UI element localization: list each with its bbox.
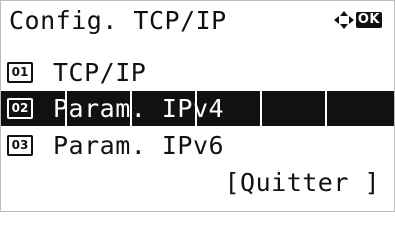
navigation-hint: OK xyxy=(333,11,382,29)
screen-title: Config. TCP/IP xyxy=(9,6,227,35)
item-number-badge: 03 xyxy=(7,135,33,156)
lcd-panel: Config. TCP/IP OK 01 TCP/IP 02 Param. IP… xyxy=(0,0,395,212)
title-bar: Config. TCP/IP OK xyxy=(1,3,394,38)
selection-separator xyxy=(195,91,197,126)
menu-item-label: Param. IPv6 xyxy=(53,131,225,160)
quit-row: [Quitter ] xyxy=(1,165,394,200)
four-way-arrow-icon xyxy=(333,11,354,29)
menu-item-label: Param. IPv4 xyxy=(53,94,225,123)
ok-key-icon: OK xyxy=(355,12,382,28)
item-number-badge: 02 xyxy=(7,98,33,119)
selection-separator xyxy=(325,91,327,126)
menu-item-tcp-ip[interactable]: 01 TCP/IP xyxy=(1,55,394,90)
menu-item-param-ipv4[interactable]: 02 Param. IPv4 xyxy=(1,91,394,126)
quit-button[interactable]: [Quitter ] xyxy=(224,168,380,197)
selection-separator xyxy=(65,91,67,126)
menu-item-label: TCP/IP xyxy=(53,58,147,87)
item-number-badge: 01 xyxy=(7,62,33,83)
menu-item-param-ipv6[interactable]: 03 Param. IPv6 xyxy=(1,128,394,163)
selection-separator xyxy=(260,91,262,126)
selection-separator xyxy=(130,91,132,126)
